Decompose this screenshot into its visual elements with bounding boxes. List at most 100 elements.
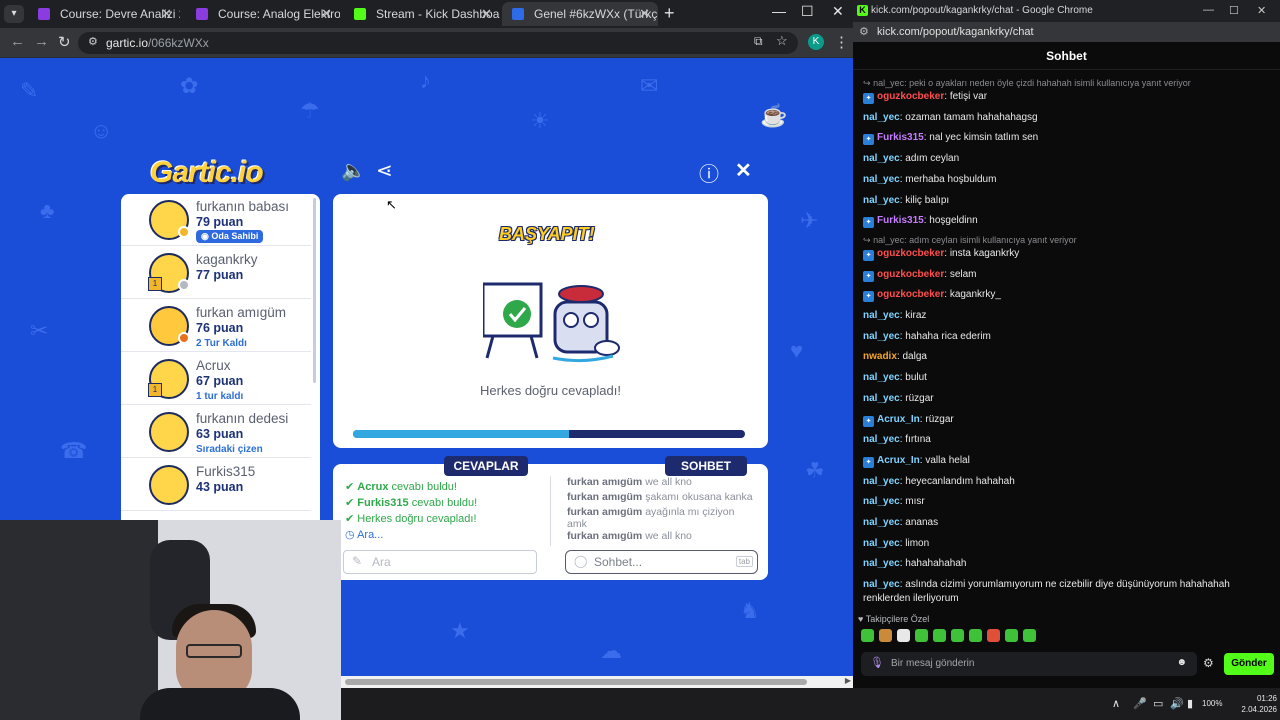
- new-tab-button[interactable]: +: [664, 3, 675, 24]
- chat-message[interactable]: nal_yec: hahahahahah: [863, 557, 1269, 571]
- volume-icon[interactable]: 🔊: [1170, 697, 1184, 710]
- chat-message[interactable]: nal_yec: kiraz: [863, 309, 1269, 323]
- reload-icon[interactable]: ↻: [58, 33, 71, 51]
- emote-icon[interactable]: [915, 629, 928, 642]
- chat-input[interactable]: ◯ Sohbet... tab: [565, 550, 758, 574]
- tab-search-button[interactable]: ▾: [4, 5, 24, 23]
- sound-toggle-icon[interactable]: 🔈: [341, 158, 366, 183]
- chat-username[interactable]: nal_yec: [863, 434, 900, 445]
- chat-username[interactable]: nal_yec: [863, 195, 900, 206]
- chat-username[interactable]: nal_yec: [863, 331, 900, 342]
- chat-username[interactable]: oguzkocbeker: [877, 269, 944, 280]
- chat-username[interactable]: nal_yec: [863, 517, 900, 528]
- chat-message[interactable]: nal_yec: ananas: [863, 516, 1269, 530]
- chat-message[interactable]: nal_yec: aslında cizimi yorumlamıyorum n…: [863, 578, 1269, 606]
- forward-icon[interactable]: →: [34, 33, 49, 50]
- bookmark-star-icon[interactable]: ☆: [776, 33, 788, 49]
- emote-icon[interactable]: [933, 629, 946, 642]
- tab-gartic[interactable]: Genel #6kzWXx (Türkçe) - G ✕: [502, 2, 658, 26]
- chat-username[interactable]: Acrux_In: [877, 414, 920, 425]
- tab-kick-dashboard[interactable]: Stream - Kick Dashboard ✕: [344, 2, 500, 26]
- chat-username[interactable]: nal_yec: [863, 558, 900, 569]
- chat-message[interactable]: nal_yec: rüzgar: [863, 392, 1269, 406]
- maximize-button[interactable]: ☐: [1229, 4, 1239, 17]
- close-window-button[interactable]: ✕: [832, 3, 844, 20]
- chat-username[interactable]: Acrux_In: [877, 455, 920, 466]
- close-icon[interactable]: ✕: [639, 2, 650, 26]
- chat-username[interactable]: Furkis315: [877, 132, 924, 143]
- settings-gear-icon[interactable]: ⚙: [1203, 656, 1214, 670]
- emote-icon[interactable]: [969, 629, 982, 642]
- chat-username[interactable]: oguzkocbeker: [877, 289, 944, 300]
- chat-message[interactable]: nal_yec: merhaba hoşbuldum: [863, 173, 1269, 187]
- site-info-icon[interactable]: ⚙: [88, 35, 98, 48]
- emote-icon[interactable]: [951, 629, 964, 642]
- close-icon[interactable]: ✕: [481, 2, 492, 26]
- player-list-scrollbar[interactable]: [313, 198, 316, 383]
- message-input[interactable]: 🎙 Bir mesaj gönderin ☻: [861, 652, 1197, 676]
- microphone-icon[interactable]: 🎤: [1133, 697, 1147, 710]
- chat-username[interactable]: nwadix: [863, 351, 897, 362]
- minimize-button[interactable]: —: [772, 3, 786, 19]
- emote-icon[interactable]: [897, 629, 910, 642]
- player-row[interactable]: furkanın babası 79 puan ◉ Oda Sahibi: [121, 194, 311, 246]
- chat-message[interactable]: nal_yec: bulut: [863, 371, 1269, 385]
- chat-message[interactable]: ✦ Furkis315: nal yec kimsin tatlım sen: [863, 131, 1269, 146]
- chat-message[interactable]: nal_yec: heyecanlandım hahahah: [863, 475, 1269, 489]
- kebab-menu-icon[interactable]: ⋮: [834, 33, 849, 51]
- chat-username[interactable]: oguzkocbeker: [877, 91, 944, 102]
- chat-message[interactable]: nwadix: dalga: [863, 350, 1269, 364]
- url-field[interactable]: ⚙ gartic.io/066kzWXx ⧉ ☆: [78, 32, 798, 54]
- network-icon[interactable]: ▭: [1153, 697, 1163, 710]
- info-icon[interactable]: ⓘ: [699, 158, 719, 187]
- minimize-button[interactable]: —: [1203, 4, 1214, 16]
- chat-message[interactable]: ✦ Acrux_In: rüzgar: [863, 413, 1269, 427]
- emoji-icon[interactable]: ☻: [1176, 657, 1187, 668]
- player-row[interactable]: 1 kagankrky 77 puan: [121, 247, 311, 299]
- emote-icon[interactable]: [1005, 629, 1018, 642]
- share-icon[interactable]: ⋖: [376, 158, 393, 183]
- answer-input[interactable]: ✎ Ara: [343, 550, 537, 574]
- horizontal-scrollbar[interactable]: ▶: [341, 676, 853, 688]
- chat-message[interactable]: nal_yec: ozaman tamam hahahahagsg: [863, 111, 1269, 125]
- chat-message[interactable]: nal_yec: hahaha rica ederim: [863, 330, 1269, 344]
- tab-devre-analizi[interactable]: Course: Devre Analizi 2 (Alterna ✕: [28, 2, 180, 26]
- drawing-canvas[interactable]: BAŞYAPIT! Herkes doğru cevapladı!: [333, 194, 768, 448]
- chat-username[interactable]: nal_yec: [863, 174, 900, 185]
- install-icon[interactable]: ⧉: [754, 34, 763, 49]
- scroll-right-icon[interactable]: ▶: [845, 676, 851, 685]
- chat-username[interactable]: nal_yec: [863, 372, 900, 383]
- chat-username[interactable]: nal_yec: [863, 393, 900, 404]
- emote-icon[interactable]: [861, 629, 874, 642]
- chat-message[interactable]: nal_yec: fırtına: [863, 433, 1269, 447]
- profile-avatar[interactable]: K: [808, 34, 824, 50]
- chat-username[interactable]: nal_yec: [863, 476, 900, 487]
- maximize-button[interactable]: ☐: [801, 3, 814, 20]
- player-row[interactable]: furkan amıgüm 76 puan 2 Tur Kaldı: [121, 300, 311, 352]
- back-icon[interactable]: ←: [10, 33, 25, 50]
- tab-analog-elektronik[interactable]: Course: Analog Elektronik I (Yar ✕: [186, 2, 340, 26]
- site-info-icon[interactable]: ⚙: [859, 25, 869, 38]
- chat-username[interactable]: nal_yec: [863, 112, 900, 123]
- chevron-up-icon[interactable]: ∧: [1112, 697, 1120, 710]
- chat-message[interactable]: ✦ oguzkocbeker: kagankrky_: [863, 288, 1269, 303]
- chat-message[interactable]: ✦ oguzkocbeker: fetişi var: [863, 90, 1269, 104]
- chat-username[interactable]: oguzkocbeker: [877, 248, 944, 259]
- chat-message[interactable]: nal_yec: limon: [863, 537, 1269, 551]
- battery-icon[interactable]: ▮: [1187, 697, 1193, 710]
- emote-icon[interactable]: [879, 629, 892, 642]
- exit-icon[interactable]: ✕: [735, 158, 752, 183]
- chat-message[interactable]: ✦ Furkis315: hoşgeldinn: [863, 214, 1269, 229]
- chat-message[interactable]: nal_yec: kiliç balıpı: [863, 194, 1269, 208]
- close-icon[interactable]: ✕: [161, 2, 172, 26]
- scrollbar-thumb[interactable]: [345, 679, 807, 685]
- microphone-icon[interactable]: 🎙: [870, 656, 884, 669]
- chat-username[interactable]: nal_yec: [863, 579, 900, 590]
- chat-message[interactable]: ✦ Acrux_In: valla helal: [863, 454, 1269, 468]
- chat-message[interactable]: ✦ oguzkocbeker: insta kagankrky: [863, 247, 1269, 261]
- clock[interactable]: 01:26 2.04.2026: [1233, 693, 1277, 715]
- chat-username[interactable]: nal_yec: [863, 538, 900, 549]
- chat-message[interactable]: nal_yec: adım ceylan: [863, 152, 1269, 166]
- player-row[interactable]: Furkis315 43 puan: [121, 459, 311, 511]
- chat-message[interactable]: nal_yec: mısr: [863, 495, 1269, 509]
